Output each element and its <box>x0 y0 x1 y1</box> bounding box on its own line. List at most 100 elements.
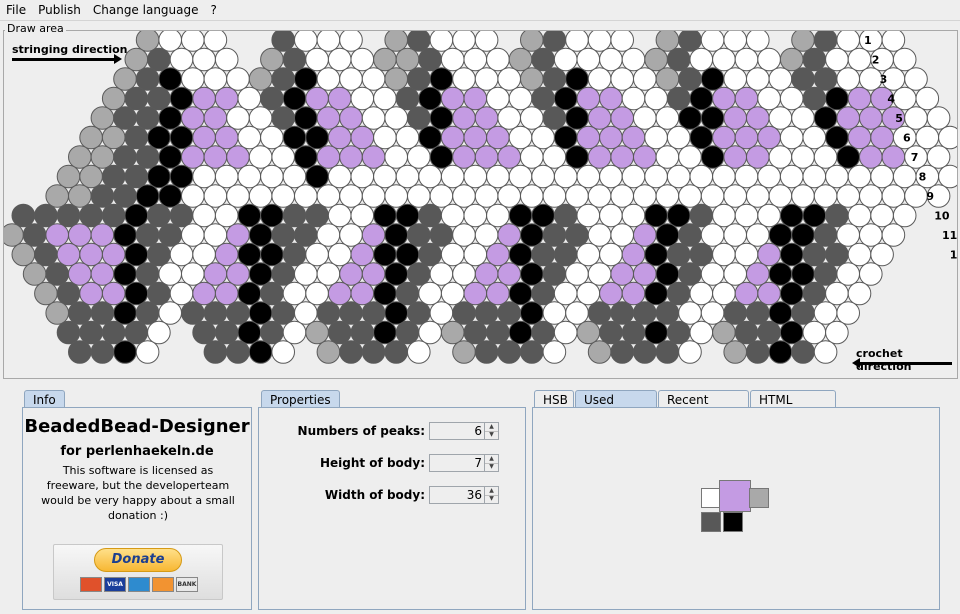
bead[interactable] <box>644 281 668 306</box>
bead[interactable] <box>373 164 397 189</box>
bead[interactable] <box>113 340 137 364</box>
bead[interactable] <box>407 301 431 325</box>
bead[interactable] <box>237 203 262 228</box>
bead[interactable] <box>734 203 759 228</box>
bead[interactable] <box>339 223 363 247</box>
bead[interactable] <box>226 301 250 325</box>
bead[interactable] <box>350 125 375 150</box>
bead[interactable] <box>700 262 725 286</box>
bead[interactable] <box>327 281 352 306</box>
bead[interactable] <box>407 262 431 286</box>
bead[interactable] <box>271 340 296 364</box>
bead[interactable] <box>34 281 58 306</box>
bead[interactable] <box>757 86 781 111</box>
bead[interactable] <box>271 301 296 325</box>
bead[interactable] <box>68 301 92 325</box>
bead[interactable] <box>802 125 827 150</box>
bead[interactable] <box>384 262 409 286</box>
bead[interactable] <box>723 184 748 208</box>
bead[interactable] <box>655 223 680 247</box>
bead[interactable] <box>633 184 657 208</box>
bead[interactable] <box>373 86 397 111</box>
bead[interactable] <box>474 223 499 247</box>
bead[interactable] <box>734 86 759 111</box>
bead[interactable] <box>68 262 92 286</box>
bead[interactable] <box>79 281 103 306</box>
menu-help[interactable]: ? <box>205 0 223 20</box>
bead[interactable] <box>779 164 804 189</box>
menu-change-language[interactable]: Change language <box>87 0 205 20</box>
bead[interactable] <box>169 164 194 189</box>
bead[interactable] <box>248 301 273 325</box>
bead[interactable] <box>429 301 454 325</box>
bead[interactable] <box>712 86 736 111</box>
bead[interactable] <box>327 86 352 111</box>
bead[interactable] <box>11 242 36 267</box>
bead[interactable] <box>214 164 239 189</box>
bead[interactable] <box>294 184 318 208</box>
bead[interactable] <box>666 242 691 267</box>
bead[interactable] <box>158 301 182 325</box>
bead[interactable] <box>361 67 386 91</box>
bead[interactable] <box>429 106 454 130</box>
bead[interactable] <box>700 145 725 169</box>
bead[interactable] <box>214 320 239 345</box>
bead[interactable] <box>101 281 126 306</box>
bead[interactable] <box>339 340 363 364</box>
bead[interactable] <box>237 86 262 111</box>
bead[interactable] <box>892 86 917 111</box>
bead[interactable] <box>316 301 341 325</box>
bead[interactable] <box>327 47 352 72</box>
bead[interactable] <box>361 340 386 364</box>
bead[interactable] <box>938 125 957 150</box>
bead[interactable] <box>271 145 296 169</box>
bead[interactable] <box>158 184 182 208</box>
bead[interactable] <box>429 223 454 247</box>
bead[interactable] <box>203 106 228 130</box>
bead[interactable] <box>248 145 273 169</box>
bead[interactable] <box>45 301 70 325</box>
bead[interactable] <box>565 145 589 169</box>
bead[interactable] <box>135 106 160 130</box>
bead[interactable] <box>135 145 160 169</box>
bead[interactable] <box>666 281 691 306</box>
bead[interactable] <box>825 242 849 267</box>
bead[interactable] <box>474 106 499 130</box>
bead[interactable] <box>587 184 612 208</box>
bead[interactable] <box>440 203 465 228</box>
bead[interactable] <box>553 203 578 228</box>
bead[interactable] <box>655 340 680 364</box>
bead[interactable] <box>757 47 781 72</box>
bead[interactable] <box>825 281 849 306</box>
bead[interactable] <box>836 301 861 325</box>
bead[interactable] <box>147 203 171 228</box>
bead[interactable] <box>282 164 307 189</box>
bead[interactable] <box>859 106 883 130</box>
bead[interactable] <box>576 125 601 150</box>
bead[interactable] <box>666 125 691 150</box>
bead[interactable] <box>813 67 838 91</box>
bead[interactable] <box>384 106 409 130</box>
bead[interactable] <box>746 106 770 130</box>
bead[interactable] <box>565 106 589 130</box>
bead[interactable] <box>486 125 510 150</box>
bead[interactable] <box>350 47 375 72</box>
bead[interactable] <box>316 106 341 130</box>
bead[interactable] <box>226 340 250 364</box>
bead[interactable] <box>214 242 239 267</box>
bead[interactable] <box>678 184 702 208</box>
bead[interactable] <box>565 184 589 208</box>
bead[interactable] <box>531 125 555 150</box>
bead[interactable] <box>700 223 725 247</box>
bead[interactable] <box>158 67 182 91</box>
bead[interactable] <box>599 164 623 189</box>
bead[interactable] <box>599 320 623 345</box>
bead[interactable] <box>633 67 657 91</box>
bead[interactable] <box>226 145 250 169</box>
bead[interactable] <box>373 203 397 228</box>
bead[interactable] <box>418 86 442 111</box>
bead[interactable] <box>463 164 488 189</box>
bead[interactable] <box>644 125 668 150</box>
bead[interactable] <box>520 223 544 247</box>
height-decrement-icon[interactable]: ▼ <box>485 463 498 471</box>
